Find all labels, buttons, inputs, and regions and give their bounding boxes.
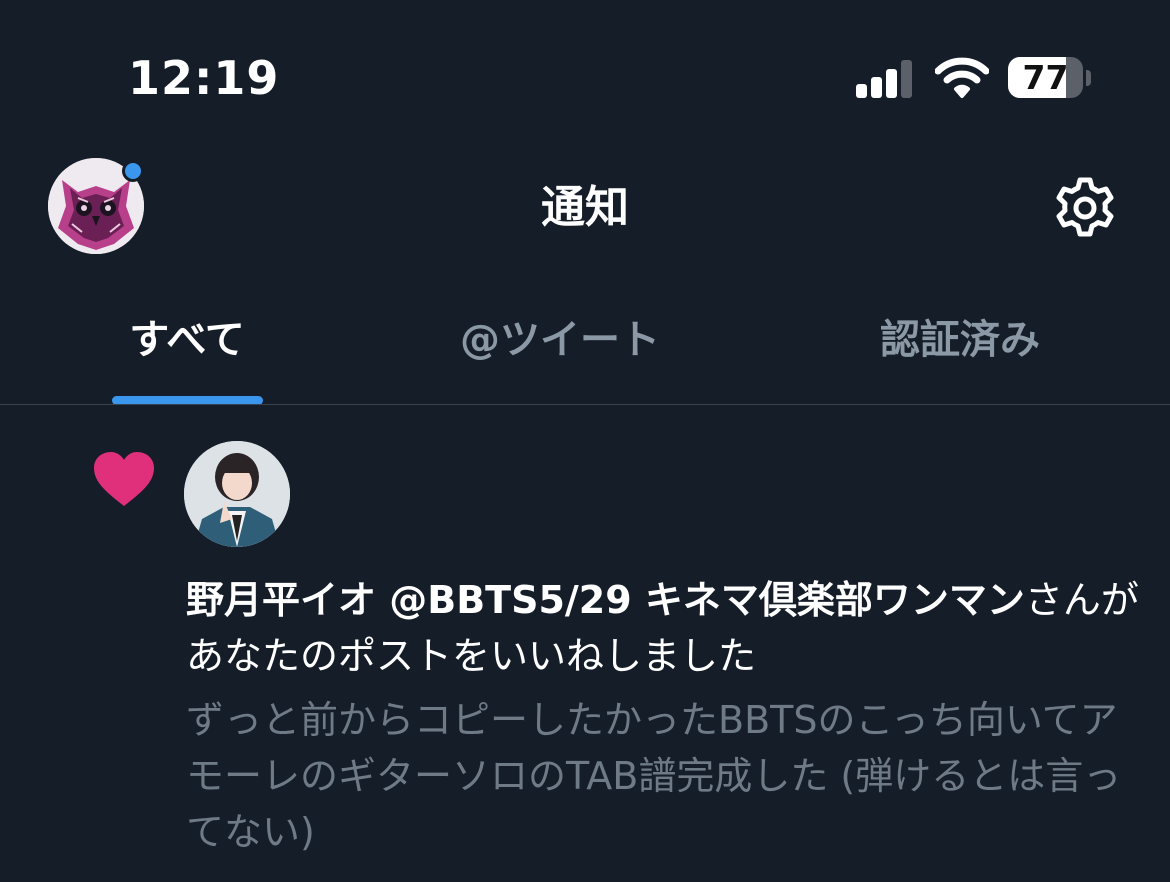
- cellular-signal-icon: [856, 58, 914, 98]
- tab-mentions[interactable]: @ツイート: [440, 312, 680, 368]
- notification-badge-dot: [122, 160, 144, 182]
- battery-icon: 77: [1008, 57, 1083, 98]
- tab-verified[interactable]: 認証済み: [860, 312, 1060, 368]
- status-time: 12:19: [128, 51, 280, 105]
- battery-tip: [1086, 70, 1091, 86]
- tab-all[interactable]: すべて: [96, 312, 278, 368]
- page-title: 通知: [541, 182, 629, 233]
- user-avatar[interactable]: [184, 441, 290, 547]
- heart-icon: [94, 452, 154, 506]
- notification-text: 野月平イオ @BBTS5/29 キネマ倶楽部ワンマンさんがあなたのポストをいいね…: [186, 572, 1146, 684]
- notification-user-name[interactable]: 野月平イオ @BBTS5/29 キネマ倶楽部ワンマン: [186, 578, 1025, 622]
- wifi-icon: [935, 57, 989, 98]
- user-avatar-image: [184, 441, 290, 547]
- battery-percent: 77: [1022, 58, 1069, 97]
- notifications-screen: 12:19 77 通知 すべて @ツイート 認証済み 野月平イオ @BBTS5/…: [0, 0, 1170, 882]
- gear-icon[interactable]: [1053, 176, 1117, 240]
- post-snippet: ずっと前からコピーしたかったBBTSのこっち向いてアモーレのギターソロのTAB譜…: [186, 698, 1122, 854]
- tabs-divider: [0, 404, 1170, 405]
